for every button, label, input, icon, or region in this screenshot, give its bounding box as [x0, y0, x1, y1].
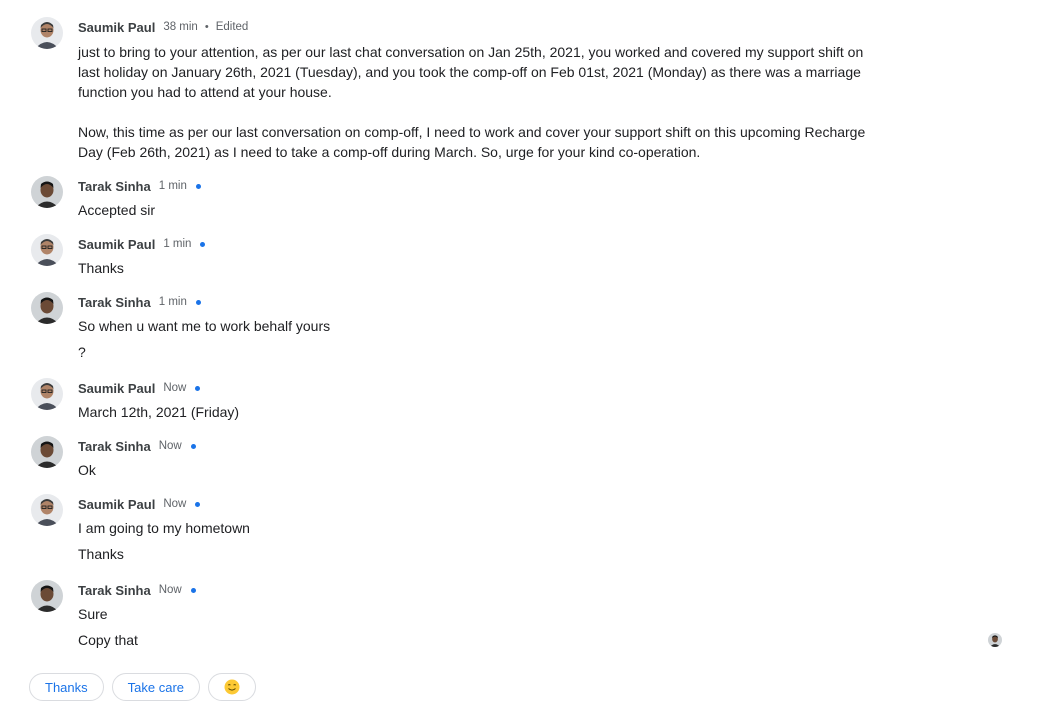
sender-name[interactable]: Saumik Paul [78, 20, 155, 35]
unread-dot-icon [190, 443, 196, 449]
smart-reply-take-care[interactable]: Take care [111, 673, 201, 701]
edited-label: Edited [215, 21, 249, 33]
message-text: last holiday on January 26th, 2021 (Tues… [78, 64, 861, 80]
message-time: 1 min [158, 296, 187, 308]
message-header: Saumik Paul Now [78, 379, 201, 397]
unread-dot-icon [195, 385, 201, 391]
unread-dot-icon [190, 587, 196, 593]
avatar-saumik[interactable] [31, 234, 63, 266]
smart-reply-bar: Thanks Take care [29, 673, 257, 701]
sender-name[interactable]: Tarak Sinha [78, 295, 151, 310]
message-text: Thanks [78, 260, 124, 276]
message-header: Tarak Sinha 1 min [78, 177, 201, 195]
smart-reply-emoji[interactable] [208, 673, 257, 701]
read-receipt-avatar [988, 633, 1002, 647]
message-text: Now, this time as per our last conversat… [78, 124, 866, 140]
message-time: 1 min [158, 180, 187, 192]
message-header: Saumik Paul 1 min [78, 235, 206, 253]
message-time: Now [158, 440, 182, 452]
message-text: Day (Feb 26th, 2021) as I need to take a… [78, 144, 701, 160]
message-text: just to bring to your attention, as per … [78, 44, 864, 60]
message-text: Thanks [78, 546, 124, 562]
sender-name[interactable]: Tarak Sinha [78, 179, 151, 194]
message-text: March 12th, 2021 (Friday) [78, 404, 240, 420]
unread-dot-icon [195, 299, 201, 305]
message-text: Accepted sir [78, 202, 156, 218]
separator-dot: • [204, 21, 209, 33]
smart-reply-thanks[interactable]: Thanks [29, 673, 104, 701]
sender-name[interactable]: Saumik Paul [78, 237, 155, 252]
message-text: I am going to my hometown [78, 520, 250, 536]
unread-dot-icon [200, 241, 206, 247]
chat-thread: Saumik Paul 38 min • Edited just to brin… [0, 0, 1046, 708]
message-time: 38 min [163, 21, 198, 33]
avatar-tarak[interactable] [31, 292, 63, 324]
message-text: ? [78, 344, 86, 360]
message-text: function you had to attend at your house… [78, 84, 332, 100]
message-time: Now [158, 584, 182, 596]
message-time: Now [163, 382, 187, 394]
message-text: Copy that [78, 632, 138, 648]
avatar-tarak[interactable] [31, 580, 63, 612]
sender-name[interactable]: Saumik Paul [78, 497, 155, 512]
message-header: Saumik Paul Now [78, 495, 201, 513]
avatar-saumik[interactable] [31, 378, 63, 410]
sender-name[interactable]: Tarak Sinha [78, 439, 151, 454]
message-header: Saumik Paul 38 min • Edited [78, 18, 248, 36]
smile-emoji-icon [224, 679, 240, 695]
sender-name[interactable]: Saumik Paul [78, 381, 155, 396]
sender-name[interactable]: Tarak Sinha [78, 583, 151, 598]
avatar-saumik[interactable] [31, 494, 63, 526]
message-header: Tarak Sinha 1 min [78, 293, 201, 311]
message-time: 1 min [163, 238, 192, 250]
unread-dot-icon [195, 501, 201, 507]
message-time: Now [163, 498, 187, 510]
message-header: Tarak Sinha Now [78, 437, 196, 455]
avatar-saumik[interactable] [31, 17, 63, 49]
avatar-tarak[interactable] [31, 176, 63, 208]
message-header: Tarak Sinha Now [78, 581, 196, 599]
message-text: So when u want me to work behalf yours [78, 318, 331, 334]
unread-dot-icon [195, 183, 201, 189]
message-text: Ok [78, 462, 96, 478]
message-text: Sure [78, 606, 108, 622]
avatar-tarak[interactable] [31, 436, 63, 468]
